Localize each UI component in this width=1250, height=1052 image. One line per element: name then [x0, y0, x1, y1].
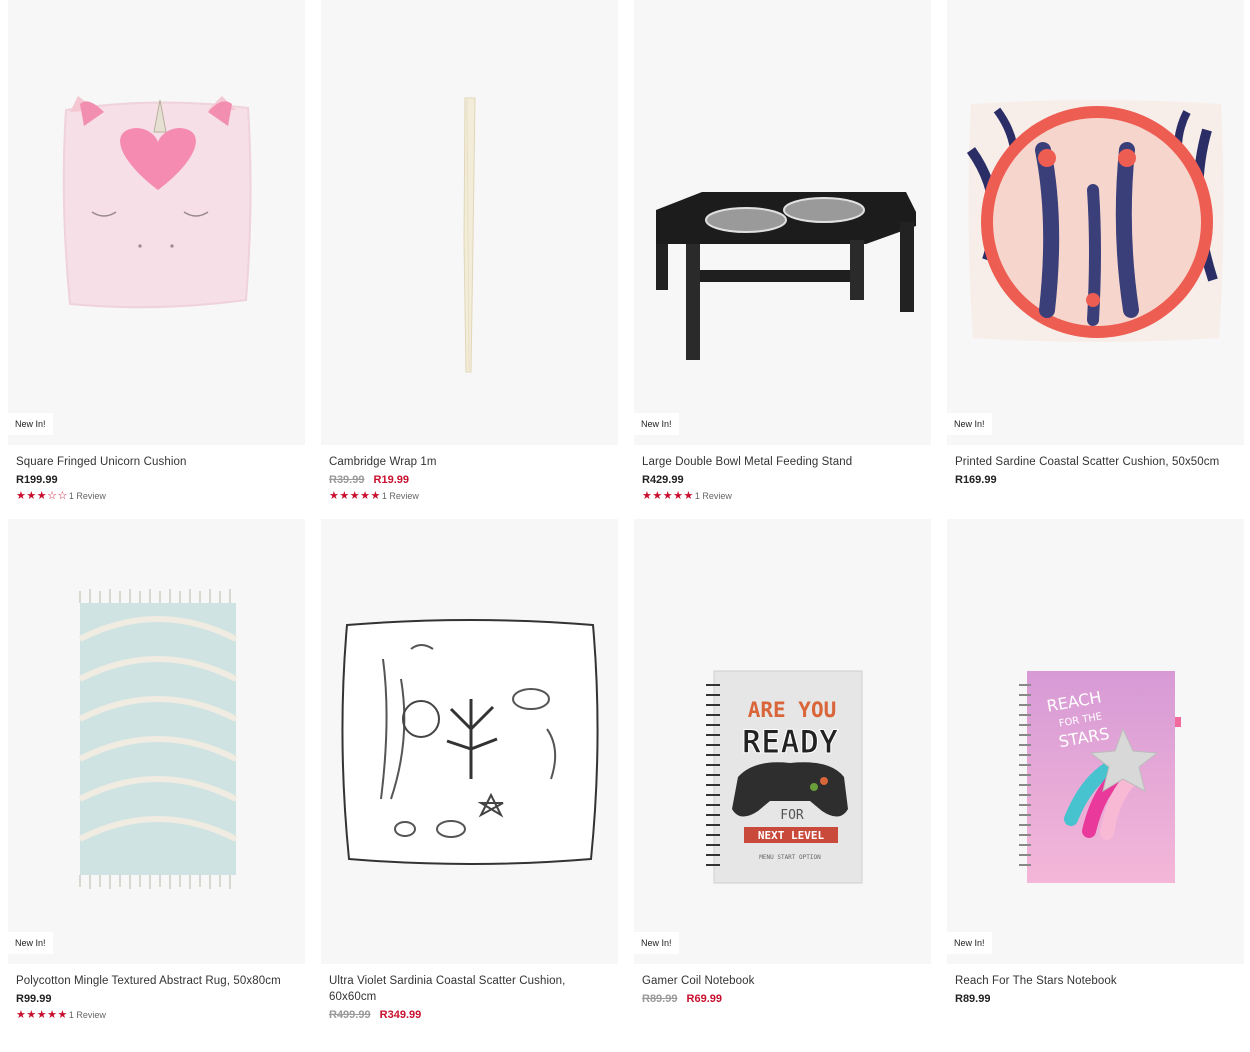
sale-price: R69.99	[686, 993, 723, 1005]
feeding-stand-image	[656, 192, 916, 360]
product-rating: ★ ★ ★ ★ ★ 1 Review	[329, 489, 610, 503]
product-name[interactable]: Square Fringed Unicorn Cushion	[16, 454, 297, 470]
product-rating: ★ ★ ★ ☆ ☆ 1 Review	[16, 489, 297, 503]
star-icon: ★	[673, 489, 683, 502]
star-icon: ★	[329, 489, 339, 502]
star-icon: ★	[57, 1008, 68, 1021]
notebook-title-line5: MENU START OPTION	[759, 854, 821, 861]
product-name[interactable]: Gamer Coil Notebook	[642, 973, 923, 989]
was-price: R499.99	[329, 1009, 371, 1021]
new-in-badge: New In!	[947, 413, 992, 435]
product-image[interactable]	[321, 0, 618, 445]
star-outline-icon: ☆	[47, 489, 57, 502]
new-in-badge: New In!	[634, 413, 679, 435]
star-icon: ★	[349, 489, 360, 502]
star-icon: ★	[26, 489, 37, 502]
was-price: R89.99	[642, 993, 678, 1005]
gamer-notebook-image: ARE YOU READY FOR NEXT LEVEL MENU START …	[706, 670, 863, 884]
product-card[interactable]: Cambridge Wrap 1m R39.99 R19.99 ★ ★ ★ ★ …	[321, 0, 618, 519]
stars-notebook-image: REACH FOR THE STARS	[1019, 671, 1181, 883]
review-count[interactable]: 1 Review	[69, 1010, 106, 1020]
product-price-row: R429.99	[642, 473, 923, 487]
product-image[interactable]: New In!	[8, 0, 305, 445]
product-name[interactable]: Cambridge Wrap 1m	[329, 454, 610, 470]
product-name[interactable]: Ultra Violet Sardinia Coastal Scatter Cu…	[329, 973, 610, 1005]
product-card[interactable]: New In! Printed Sardine Coastal Scatter …	[947, 0, 1244, 519]
product-image[interactable]: New In!	[634, 0, 931, 445]
notebook-title-line1: ARE YOU	[748, 698, 837, 722]
product-card[interactable]: Ultra Violet Sardinia Coastal Scatter Cu…	[321, 519, 618, 1038]
product-price-row: R89.99	[955, 992, 1236, 1006]
product-rating: ★ ★ ★ ★ ★ 1 Review	[642, 489, 923, 503]
product-price: R169.99	[955, 474, 997, 486]
product-price-row: R169.99	[955, 473, 1236, 487]
star-icon: ★	[36, 489, 47, 502]
product-name[interactable]: Large Double Bowl Metal Feeding Stand	[642, 454, 923, 470]
product-image[interactable]: New In!	[8, 519, 305, 964]
product-card[interactable]: New In! Large Double Bowl Metal Feeding …	[634, 0, 931, 519]
textured-rug-image	[78, 589, 238, 889]
star-icon: ★	[36, 1008, 47, 1021]
product-grid: New In! Square Fringed Unicorn Cushion R…	[8, 0, 1244, 1038]
star-icon: ★	[662, 489, 673, 502]
product-image[interactable]	[321, 519, 618, 964]
product-price: R89.99	[955, 993, 991, 1005]
product-price-row: R499.99 R349.99	[329, 1008, 610, 1022]
cambridge-wrap-image	[463, 97, 476, 373]
new-in-badge: New In!	[947, 932, 992, 954]
product-name[interactable]: Reach For The Stars Notebook	[955, 973, 1236, 989]
star-icon: ★	[16, 1008, 26, 1021]
product-card[interactable]: New In! Polycotton Mingle Textured Abstr…	[8, 519, 305, 1038]
product-price-row: R99.99	[16, 992, 297, 1006]
new-in-badge: New In!	[8, 413, 53, 435]
sardine-cushion-image	[966, 100, 1224, 342]
new-in-badge: New In!	[634, 932, 679, 954]
product-price-row: R199.99	[16, 473, 297, 487]
notebook-title-line3: FOR	[780, 808, 804, 823]
star-icon: ★	[47, 1008, 57, 1021]
sale-price: R19.99	[373, 474, 410, 486]
star-icon: ★	[16, 489, 26, 502]
star-icon: ★	[683, 489, 694, 502]
new-in-badge: New In!	[8, 932, 53, 954]
product-image[interactable]: ARE YOU READY FOR NEXT LEVEL MENU START …	[634, 519, 931, 964]
product-image[interactable]: REACH FOR THE STARS New In!	[947, 519, 1244, 964]
star-outline-icon: ☆	[57, 489, 68, 502]
product-image[interactable]: New In!	[947, 0, 1244, 445]
sale-price: R349.99	[379, 1009, 422, 1021]
star-icon: ★	[339, 489, 350, 502]
product-price-row: R89.99 R69.99	[642, 992, 923, 1006]
review-count[interactable]: 1 Review	[695, 491, 732, 501]
notebook-title-line4: NEXT LEVEL	[758, 829, 825, 842]
product-price: R99.99	[16, 993, 52, 1005]
star-icon: ★	[370, 489, 381, 502]
sardinia-cushion-image	[341, 619, 599, 865]
star-icon: ★	[642, 489, 652, 502]
review-count[interactable]: 1 Review	[69, 491, 106, 501]
product-name[interactable]: Polycotton Mingle Textured Abstract Rug,…	[16, 973, 297, 989]
review-count[interactable]: 1 Review	[382, 491, 419, 501]
product-price: R199.99	[16, 474, 58, 486]
product-name[interactable]: Printed Sardine Coastal Scatter Cushion,…	[955, 454, 1236, 470]
product-price-row: R39.99 R19.99	[329, 473, 610, 487]
product-rating: ★ ★ ★ ★ ★ 1 Review	[16, 1008, 297, 1022]
product-card[interactable]: ARE YOU READY FOR NEXT LEVEL MENU START …	[634, 519, 931, 1038]
product-card[interactable]: New In! Square Fringed Unicorn Cushion R…	[8, 0, 305, 519]
was-price: R39.99	[329, 474, 365, 486]
star-icon: ★	[652, 489, 663, 502]
star-icon: ★	[360, 489, 370, 502]
product-card[interactable]: REACH FOR THE STARS New In! Reach For Th…	[947, 519, 1244, 1038]
unicorn-cushion-image	[62, 96, 252, 309]
star-icon: ★	[26, 1008, 37, 1021]
notebook-title-line2: READY	[742, 723, 839, 761]
product-price: R429.99	[642, 474, 684, 486]
